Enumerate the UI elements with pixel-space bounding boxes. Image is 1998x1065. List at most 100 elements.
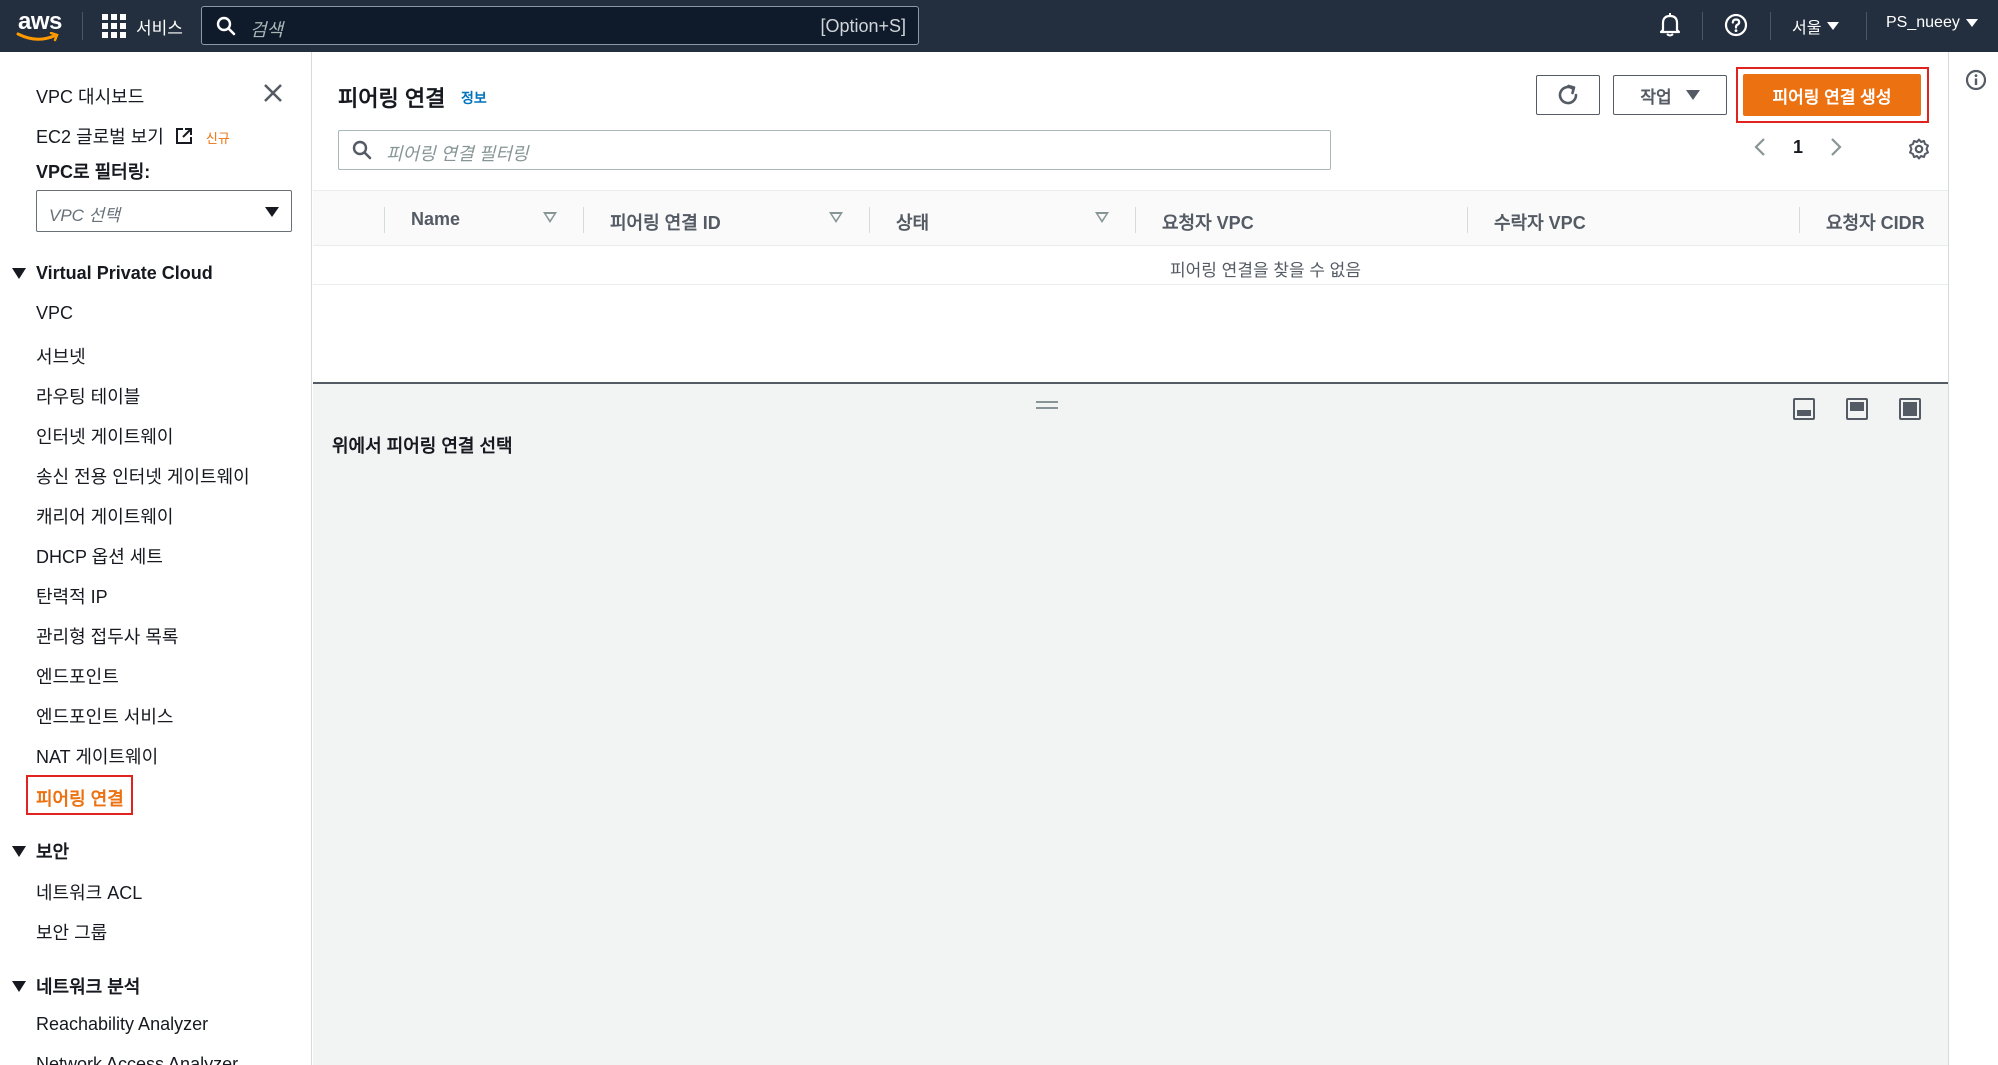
vpc-filter-label: VPC로 필터링: xyxy=(36,162,151,182)
column-header-requester-vpc[interactable]: 요청자 VPC xyxy=(1162,209,1254,235)
chevron-right-icon[interactable] xyxy=(1829,136,1843,158)
sort-icon[interactable] xyxy=(829,212,843,223)
sort-icon[interactable] xyxy=(543,212,557,223)
caret-down-icon xyxy=(265,207,279,217)
sidebar-item-route-tables[interactable]: 라우팅 테이블 xyxy=(36,383,140,409)
column-header-peering-id[interactable]: 피어링 연결 ID xyxy=(610,209,721,235)
info-link[interactable]: 정보 xyxy=(461,88,487,108)
create-peering-connection-button[interactable]: 피어링 연결 생성 xyxy=(1743,74,1921,116)
section-title: Virtual Private Cloud xyxy=(36,263,213,283)
page-number[interactable]: 1 xyxy=(1793,137,1803,158)
refresh-button[interactable] xyxy=(1536,75,1600,115)
external-link-icon xyxy=(175,128,192,144)
search-icon xyxy=(216,16,236,36)
refresh-icon xyxy=(1558,84,1578,105)
page-title: 피어링 연결 xyxy=(338,86,446,111)
column-header-status[interactable]: 상태 xyxy=(896,209,929,235)
side-navigation: VPC 대시보드 EC2 글로벌 보기 신규 VPC로 필터링: VPC 선택 … xyxy=(0,52,312,1065)
table-header: Name 피어링 연결 ID 상태 요청자 VPC 수락자 VPC 요청자 CI… xyxy=(313,190,1948,246)
caret-down-icon xyxy=(12,845,26,857)
sidebar-item-prefix-lists[interactable]: 관리형 접두사 목록 xyxy=(36,623,178,649)
empty-message: 피어링 연결을 찾을 수 없음 xyxy=(1170,261,1361,280)
sidebar-section-vpc[interactable]: Virtual Private Cloud xyxy=(12,263,213,284)
gear-icon[interactable] xyxy=(1908,138,1930,160)
aws-logo[interactable]: aws xyxy=(16,8,64,44)
ec2-global-label: EC2 글로벌 보기 xyxy=(36,127,164,147)
split-panel-divider xyxy=(313,382,1948,384)
actions-label: 작업 xyxy=(1640,87,1672,107)
sidebar-item-ec2-global-view[interactable]: EC2 글로벌 보기 신규 xyxy=(36,123,230,149)
sidebar-item-dhcp-option-sets[interactable]: DHCP 옵션 세트 xyxy=(36,543,163,569)
vpc-filter-placeholder: VPC 선택 xyxy=(49,206,120,225)
chevron-left-icon[interactable] xyxy=(1753,136,1767,158)
sidebar-item-network-acls[interactable]: 네트워크 ACL xyxy=(36,879,142,905)
drag-handle-icon[interactable] xyxy=(1036,401,1058,409)
sidebar-item-vpc-dashboard[interactable]: VPC 대시보드 xyxy=(36,83,144,109)
column-header-accepter-vpc[interactable]: 수락자 VPC xyxy=(1494,209,1586,235)
close-icon[interactable] xyxy=(262,82,284,104)
detail-panel-message: 위에서 피어링 연결 선택 xyxy=(332,436,513,456)
sidebar-item-security-groups[interactable]: 보안 그룹 xyxy=(36,919,107,945)
sidebar-item-label: 피어링 연결 xyxy=(36,789,124,809)
sidebar-item-carrier-gateways[interactable]: 캐리어 게이트웨이 xyxy=(36,503,173,529)
section-title: 네트워크 분석 xyxy=(36,977,141,997)
sidebar-item-egress-only-igw[interactable]: 송신 전용 인터넷 게이트웨이 xyxy=(36,463,250,489)
sidebar-item-vpc[interactable]: VPC xyxy=(36,303,73,324)
split-side-icon[interactable] xyxy=(1846,398,1868,420)
caret-down-icon xyxy=(1827,22,1840,30)
main-content: 피어링 연결 정보 작업 피어링 연결 생성 피어링 연결 필터링 1 Name xyxy=(313,52,1948,1065)
column-divider xyxy=(384,207,385,233)
sidebar-item-nat-gateways[interactable]: NAT 게이트웨이 xyxy=(36,743,158,769)
search-shortcut: [Option+S] xyxy=(820,16,906,36)
nav-divider xyxy=(82,12,83,40)
account-name: PS_nueey xyxy=(1886,14,1960,31)
caret-down-icon xyxy=(1685,90,1700,100)
actions-button[interactable]: 작업 xyxy=(1613,75,1727,115)
top-navigation: aws 서비스 검색 [Option+S] 서울 PS_nueey xyxy=(0,0,1998,52)
filter-placeholder: 피어링 연결 필터링 xyxy=(386,144,529,164)
sidebar-item-elastic-ips[interactable]: 탄력적 IP xyxy=(36,583,108,609)
sidebar-item-endpoints[interactable]: 엔드포인트 xyxy=(36,663,119,689)
nav-divider xyxy=(1770,12,1771,40)
sidebar-item-internet-gateways[interactable]: 인터넷 게이트웨이 xyxy=(36,423,173,449)
grid-icon xyxy=(102,14,126,38)
sort-icon[interactable] xyxy=(1095,212,1109,223)
account-menu[interactable]: PS_nueey xyxy=(1886,14,1978,32)
column-divider xyxy=(1135,207,1136,233)
sidebar-item-endpoint-services[interactable]: 엔드포인트 서비스 xyxy=(36,703,173,729)
services-menu[interactable]: 서비스 xyxy=(102,12,183,40)
services-label: 서비스 xyxy=(136,18,183,38)
column-divider xyxy=(869,207,870,233)
split-full-icon[interactable] xyxy=(1899,398,1921,420)
vpc-filter-select[interactable]: VPC 선택 xyxy=(36,190,292,232)
tools-panel xyxy=(1948,52,1998,1065)
region-selector[interactable]: 서울 xyxy=(1792,14,1840,38)
column-divider xyxy=(1467,207,1468,233)
search-placeholder: 검색 xyxy=(250,20,284,40)
peering-list-panel: 피어링 연결 정보 작업 피어링 연결 생성 피어링 연결 필터링 1 Name xyxy=(313,52,1948,382)
column-divider xyxy=(583,207,584,233)
sidebar-item-peering-connections[interactable]: 피어링 연결 xyxy=(26,775,133,815)
sidebar-item-network-access-analyzer[interactable]: Network Access Analyzer xyxy=(36,1054,238,1065)
help-icon[interactable] xyxy=(1724,13,1748,37)
column-divider xyxy=(1799,207,1800,233)
column-header-requester-cidr[interactable]: 요청자 CIDR xyxy=(1826,209,1925,235)
nav-divider xyxy=(1866,12,1867,40)
bell-icon[interactable] xyxy=(1658,12,1682,38)
caret-down-icon xyxy=(1965,19,1978,27)
sidebar-section-security[interactable]: 보안 xyxy=(12,838,69,864)
nav-divider xyxy=(1702,12,1703,40)
global-search[interactable]: 검색 [Option+S] xyxy=(201,6,919,45)
search-icon xyxy=(352,140,372,160)
sidebar-section-network-analysis[interactable]: 네트워크 분석 xyxy=(12,973,140,999)
caret-down-icon xyxy=(12,980,26,992)
split-bottom-icon[interactable] xyxy=(1793,398,1815,420)
peering-filter-input[interactable]: 피어링 연결 필터링 xyxy=(338,130,1331,170)
pagination: 1 xyxy=(1753,136,1843,158)
info-icon[interactable] xyxy=(1965,69,1987,91)
column-header-name[interactable]: Name xyxy=(411,209,460,230)
new-badge: 신규 xyxy=(205,131,230,146)
sidebar-item-subnets[interactable]: 서브넷 xyxy=(36,343,86,369)
caret-down-icon xyxy=(12,268,26,279)
sidebar-item-reachability-analyzer[interactable]: Reachability Analyzer xyxy=(36,1014,208,1035)
